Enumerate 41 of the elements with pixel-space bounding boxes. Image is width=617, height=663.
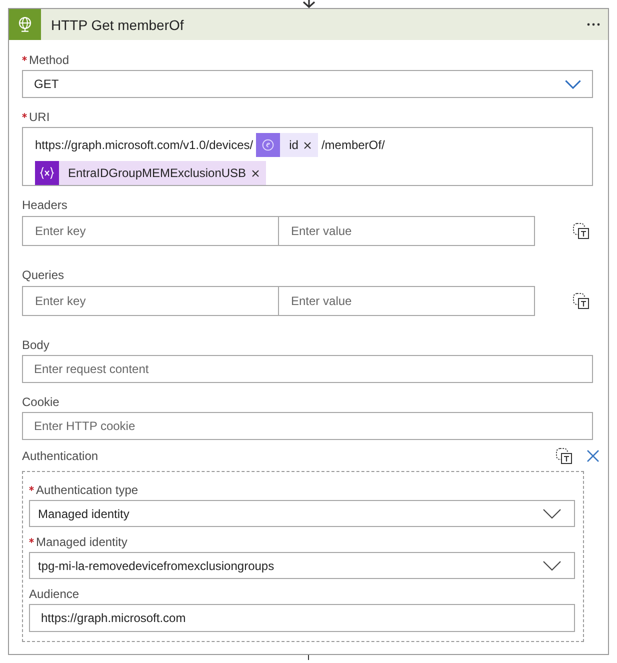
uri-text: https://graph.microsoft.com/v1.0/devices/	[35, 137, 254, 154]
connector-arrow	[302, 0, 316, 8]
select-dropdown[interactable]: tpg-mi-la-removedevicefromexclusiongroups	[29, 552, 575, 579]
value-input-field[interactable]: Enter value	[278, 216, 535, 246]
field-label: Managed identity	[36, 534, 128, 550]
text-input-field[interactable]: Enter HTTP cookie	[22, 412, 593, 440]
uri-text: /memberOf/	[321, 137, 385, 154]
key-input-field[interactable]: Enter key	[22, 286, 279, 316]
text-box-icon[interactable]	[573, 223, 589, 239]
text-box-icon[interactable]	[573, 293, 589, 309]
field-label: Headers	[22, 197, 68, 213]
more-icon[interactable]	[587, 23, 600, 26]
value-input-field[interactable]: Enter value	[278, 286, 535, 316]
token-chip[interactable]: EntraIDGroupMEMExclusionUSB	[35, 161, 266, 185]
select-dropdown[interactable]: GET	[22, 70, 593, 98]
text-input-field[interactable]: Enter request content	[22, 355, 593, 383]
card-header[interactable]: HTTP Get memberOf	[9, 9, 608, 40]
card-title: HTTP Get memberOf	[51, 16, 184, 32]
circle-e-icon	[256, 133, 280, 157]
uri-input-field[interactable]: https://graph.microsoft.com/v1.0/devices/ id /memberOf/ EntraIDGroupMEMExclusionUSB	[22, 127, 593, 186]
chevron-down-icon	[543, 560, 561, 570]
braces-x-icon	[35, 161, 59, 185]
token-chip[interactable]: id	[256, 133, 318, 157]
chevron-down-icon	[565, 80, 581, 88]
field-label: Queries	[22, 267, 64, 283]
text-box-icon[interactable]	[556, 448, 572, 464]
chevron-down-icon	[543, 508, 561, 518]
globe-icon	[9, 9, 41, 40]
field-label: URI	[29, 109, 50, 125]
field-label: Body	[22, 337, 50, 353]
key-input-field[interactable]: Enter key	[22, 216, 279, 246]
field-label: Authentication type	[36, 482, 138, 498]
remove-icon[interactable]	[304, 142, 312, 148]
select-dropdown[interactable]: Managed identity	[29, 500, 575, 527]
text-input-field[interactable]: https://graph.microsoft.com	[29, 604, 575, 632]
remove-icon[interactable]	[252, 170, 260, 176]
section-label: Authentication	[22, 449, 98, 463]
field-label: Audience	[29, 586, 80, 602]
field-label: Method	[29, 52, 70, 68]
field-label: Cookie	[22, 394, 60, 410]
close-icon[interactable]	[587, 450, 599, 462]
